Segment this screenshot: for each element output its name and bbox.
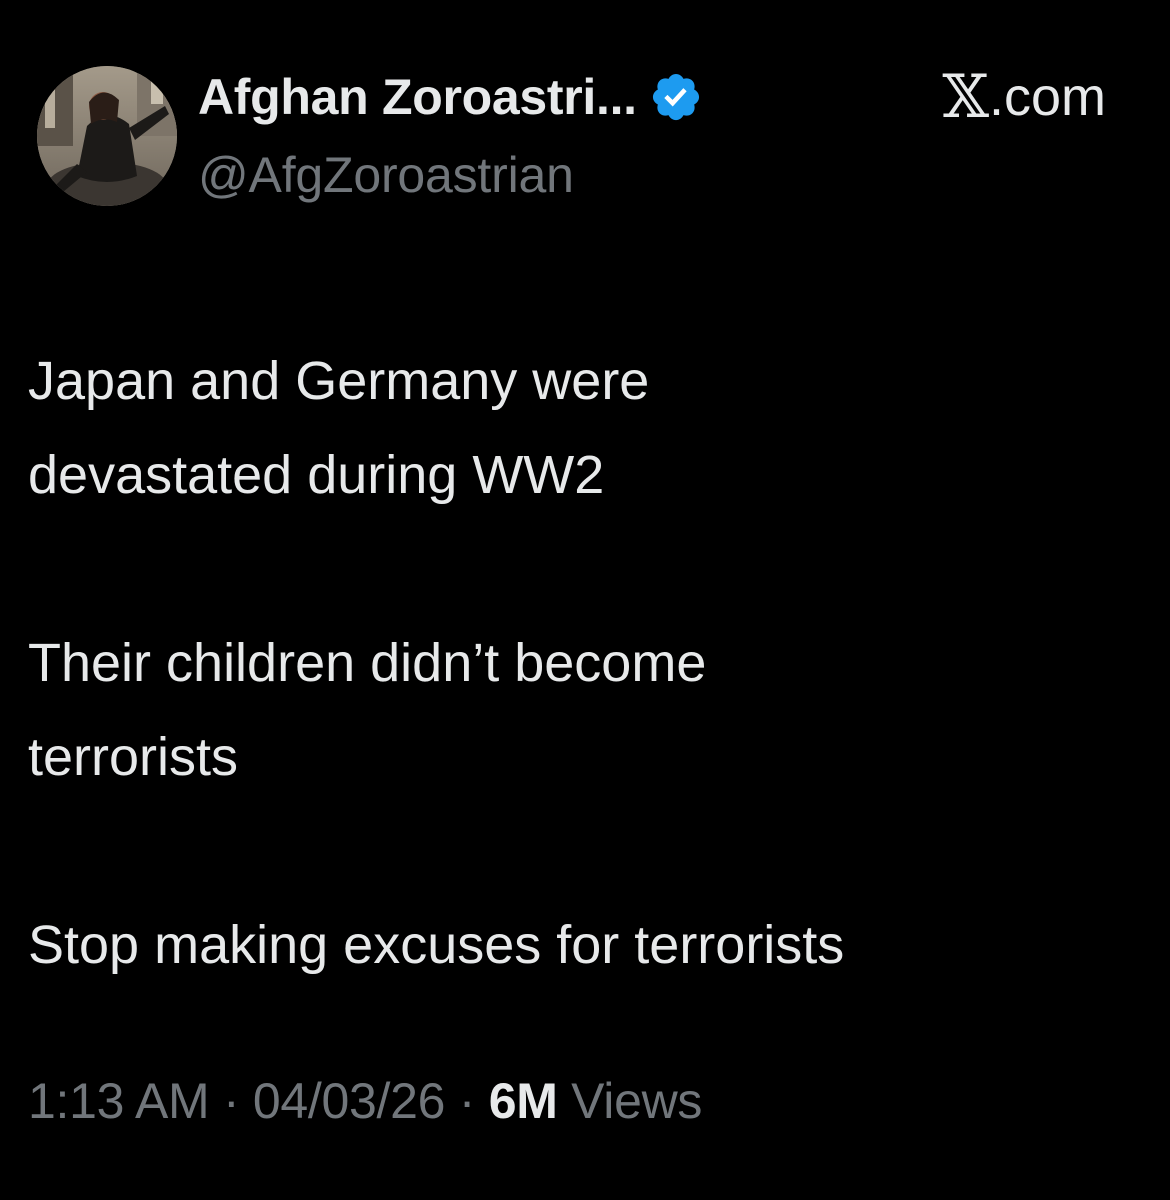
meta-separator: · [209,1073,253,1129]
tweet-time[interactable]: 1:13 AM [28,1073,210,1129]
tweet-line: devastated during WW2 [28,445,605,505]
author-display-name[interactable]: Afghan Zoroastri... [198,68,637,126]
verified-badge-icon [649,70,703,124]
meta-separator: · [445,1073,489,1129]
x-com-label: 𝕏 .com [942,66,1106,128]
author-name-row[interactable]: Afghan Zoroastri... [198,66,703,128]
x-logo-icon: 𝕏 [942,62,989,132]
profile-photo-icon [37,66,177,206]
author-avatar[interactable] [37,66,177,206]
tweet-line: Japan and Germany were [28,351,650,411]
tweet-date[interactable]: 04/03/26 [253,1073,446,1129]
tweet-line: Their children didn’t become [28,633,707,693]
views-count[interactable]: 6M [489,1073,558,1129]
tweet-meta: 1:13 AM · 04/03/26 · 6M Views [28,1072,702,1130]
tweet-text: Japan and Germany were devastated during… [28,334,1138,992]
tweet-line: Stop making excuses for terrorists [28,915,845,975]
tweet-line: terrorists [28,727,239,787]
tweet-line-blank [28,522,1138,616]
tweet-card: Afghan Zoroastri... @AfgZoroastrian 𝕏 .c… [0,0,1170,1200]
tweet-line-blank [28,804,1138,898]
author-handle[interactable]: @AfgZoroastrian [198,146,574,204]
views-label: Views [557,1073,703,1129]
site-domain-suffix: .com [988,67,1106,127]
